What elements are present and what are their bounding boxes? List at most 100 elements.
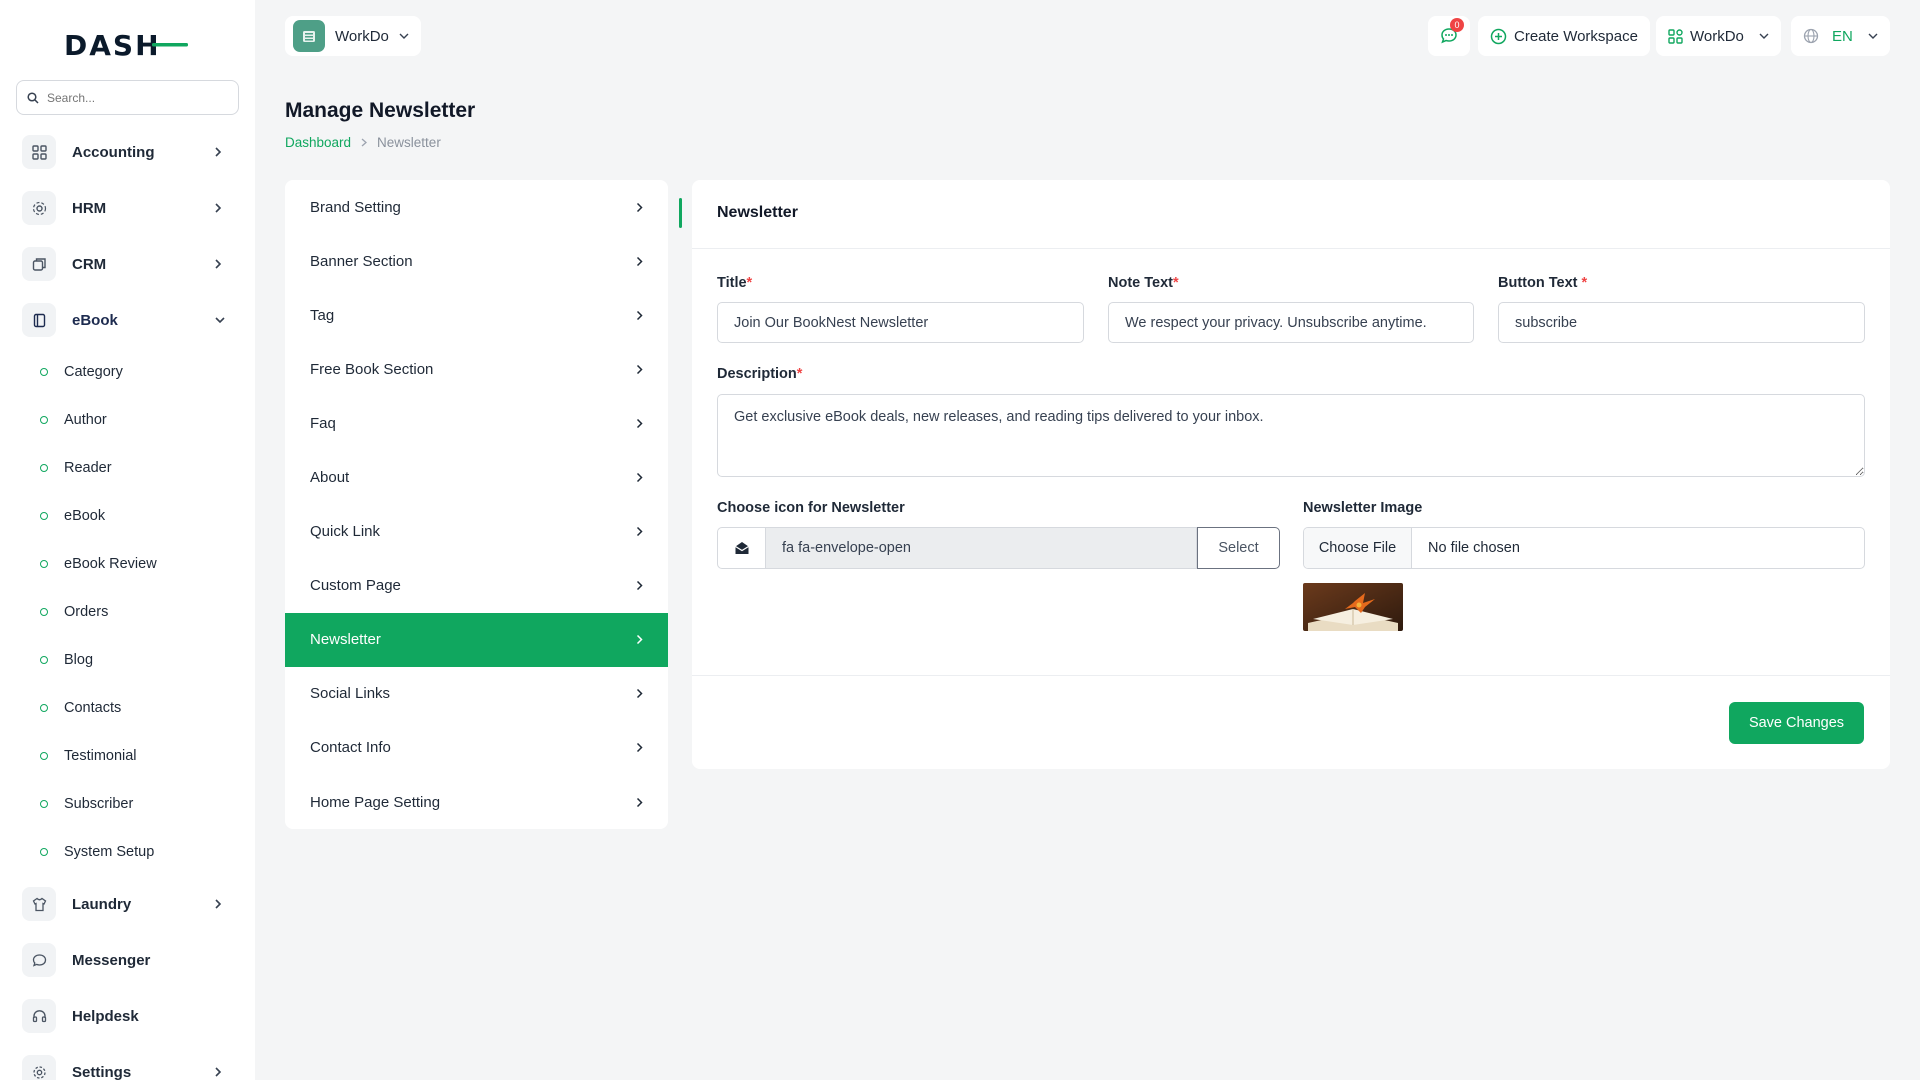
sidebar-item-label: Helpdesk: [72, 1007, 139, 1025]
sidebar-item-settings[interactable]: Settings: [0, 1044, 255, 1080]
menu-item-label: Custom Page: [310, 577, 401, 595]
menu-item-label: Home Page Setting: [310, 793, 441, 811]
icon-label: Choose icon for Newsletter: [717, 500, 905, 516]
sidebar-item-ebook[interactable]: eBook: [0, 292, 255, 348]
plus-circle-icon: [1490, 28, 1507, 44]
chevron-right-icon: [361, 138, 368, 147]
sidebar-subitem-testimonial[interactable]: Testimonial: [0, 732, 255, 780]
sidebar-nav: Accounting HRM CRM eBook Category Author…: [0, 124, 255, 1080]
chevron-right-icon: [636, 689, 643, 699]
sidebar-subitem-orders[interactable]: Orders: [0, 588, 255, 636]
menu-item-home-page-setting[interactable]: Home Page Setting: [285, 775, 668, 829]
create-workspace-button[interactable]: Create Workspace: [1478, 16, 1650, 56]
sidebar-item-label: HRM: [72, 199, 107, 217]
menu-item-about[interactable]: About: [285, 450, 668, 504]
shirt-icon: [22, 887, 56, 921]
sidebar-item-laundry[interactable]: Laundry: [0, 876, 255, 932]
gear-icon: [22, 1055, 56, 1080]
menu-item-label: About: [310, 469, 350, 487]
chevron-right-icon: [215, 1067, 222, 1077]
sidebar-subitem-subscriber[interactable]: Subscriber: [0, 780, 255, 828]
bullet-icon: [40, 848, 48, 856]
scroll-indicator: [679, 198, 682, 228]
file-status: No file chosen: [1428, 540, 1520, 556]
icon-picker: Select: [717, 527, 1280, 569]
workspace-logo-icon: [293, 20, 325, 52]
sidebar-item-hrm[interactable]: HRM: [0, 180, 255, 236]
sidebar-item-label: Messenger: [72, 951, 151, 969]
sidebar-item-label: CRM: [72, 255, 107, 273]
chevron-right-icon: [215, 147, 222, 157]
menu-item-free-book-section[interactable]: Free Book Section: [285, 342, 668, 396]
bullet-icon: [40, 368, 48, 376]
menu-item-contact-info[interactable]: Contact Info: [285, 721, 668, 775]
sidebar-subitem-contacts[interactable]: Contacts: [0, 684, 255, 732]
title-label: Title*: [717, 275, 753, 291]
title-input[interactable]: [717, 302, 1084, 343]
sidebar-subitem-reader[interactable]: Reader: [0, 444, 255, 492]
brand-logo[interactable]: DASH: [64, 30, 189, 60]
menu-item-social-links[interactable]: Social Links: [285, 667, 668, 721]
breadcrumb-current: Newsletter: [377, 135, 441, 150]
menu-item-label: Banner Section: [310, 252, 413, 270]
search-box[interactable]: [16, 80, 239, 115]
menu-item-custom-page[interactable]: Custom Page: [285, 559, 668, 613]
sidebar-subitem-blog[interactable]: Blog: [0, 636, 255, 684]
menu-item-banner-section[interactable]: Banner Section: [285, 234, 668, 288]
chevron-right-icon: [636, 743, 643, 753]
chevron-down-icon: [215, 317, 225, 324]
sidebar-item-helpdesk[interactable]: Helpdesk: [0, 988, 255, 1044]
menu-item-newsletter[interactable]: Newsletter: [285, 612, 668, 667]
choose-file-button[interactable]: Choose File: [1304, 528, 1412, 568]
page-title: Manage Newsletter: [285, 99, 476, 122]
language-selector[interactable]: EN: [1791, 16, 1890, 56]
menu-item-quick-link[interactable]: Quick Link: [285, 505, 668, 559]
chevron-right-icon: [636, 256, 643, 266]
chevron-right-icon: [215, 259, 222, 269]
chevron-down-icon: [1759, 33, 1769, 39]
select-icon-button[interactable]: Select: [1197, 527, 1280, 569]
bullet-icon: [40, 608, 48, 616]
divider: [692, 248, 1890, 249]
sidebar-subitem-system-setup[interactable]: System Setup: [0, 828, 255, 876]
language-code: EN: [1832, 27, 1853, 45]
crm-icon: [22, 247, 56, 281]
description-textarea[interactable]: Get exclusive eBook deals, new releases,…: [717, 394, 1865, 477]
search-input[interactable]: [47, 90, 217, 105]
workspace-switcher[interactable]: WorkDo: [285, 16, 421, 56]
menu-item-faq[interactable]: Faq: [285, 396, 668, 450]
sidebar-item-label: Accounting: [72, 143, 155, 161]
workspace-name: WorkDo: [335, 27, 389, 45]
create-workspace-label: Create Workspace: [1514, 27, 1638, 45]
sidebar-subitem-ebook-review[interactable]: eBook Review: [0, 540, 255, 588]
chevron-down-icon: [1868, 33, 1878, 39]
note-text-input[interactable]: [1108, 302, 1474, 343]
chevron-right-icon: [636, 527, 643, 537]
sidebar-subitem-author[interactable]: Author: [0, 396, 255, 444]
menu-item-label: Social Links: [310, 685, 391, 703]
apps-icon: [1668, 28, 1683, 44]
save-changes-button[interactable]: Save Changes: [1729, 702, 1864, 744]
chevron-right-icon: [215, 899, 222, 909]
menu-item-brand-setting[interactable]: Brand Setting: [285, 180, 668, 234]
menu-item-tag[interactable]: Tag: [285, 288, 668, 342]
sidebar-item-messenger[interactable]: Messenger: [0, 932, 255, 988]
sidebar-item-accounting[interactable]: Accounting: [0, 124, 255, 180]
chevron-right-icon: [636, 797, 643, 807]
sidebar-subitem-ebook[interactable]: eBook: [0, 492, 255, 540]
breadcrumb-dashboard-link[interactable]: Dashboard: [285, 135, 351, 150]
chevron-down-icon: [399, 33, 409, 39]
messages-button[interactable]: 0: [1428, 16, 1470, 56]
icon-class-input[interactable]: [765, 527, 1197, 569]
bullet-icon: [40, 464, 48, 472]
chevron-right-icon: [636, 364, 643, 374]
sidebar-item-label: Laundry: [72, 895, 132, 913]
sidebar-item-crm[interactable]: CRM: [0, 236, 255, 292]
grid-icon: [22, 135, 56, 169]
chevron-right-icon: [636, 472, 643, 483]
divider: [692, 675, 1890, 676]
sidebar-subitem-category[interactable]: Category: [0, 348, 255, 396]
menu-item-label: Brand Setting: [310, 198, 401, 216]
button-text-input[interactable]: [1498, 302, 1865, 343]
user-menu-button[interactable]: WorkDo: [1656, 16, 1781, 56]
